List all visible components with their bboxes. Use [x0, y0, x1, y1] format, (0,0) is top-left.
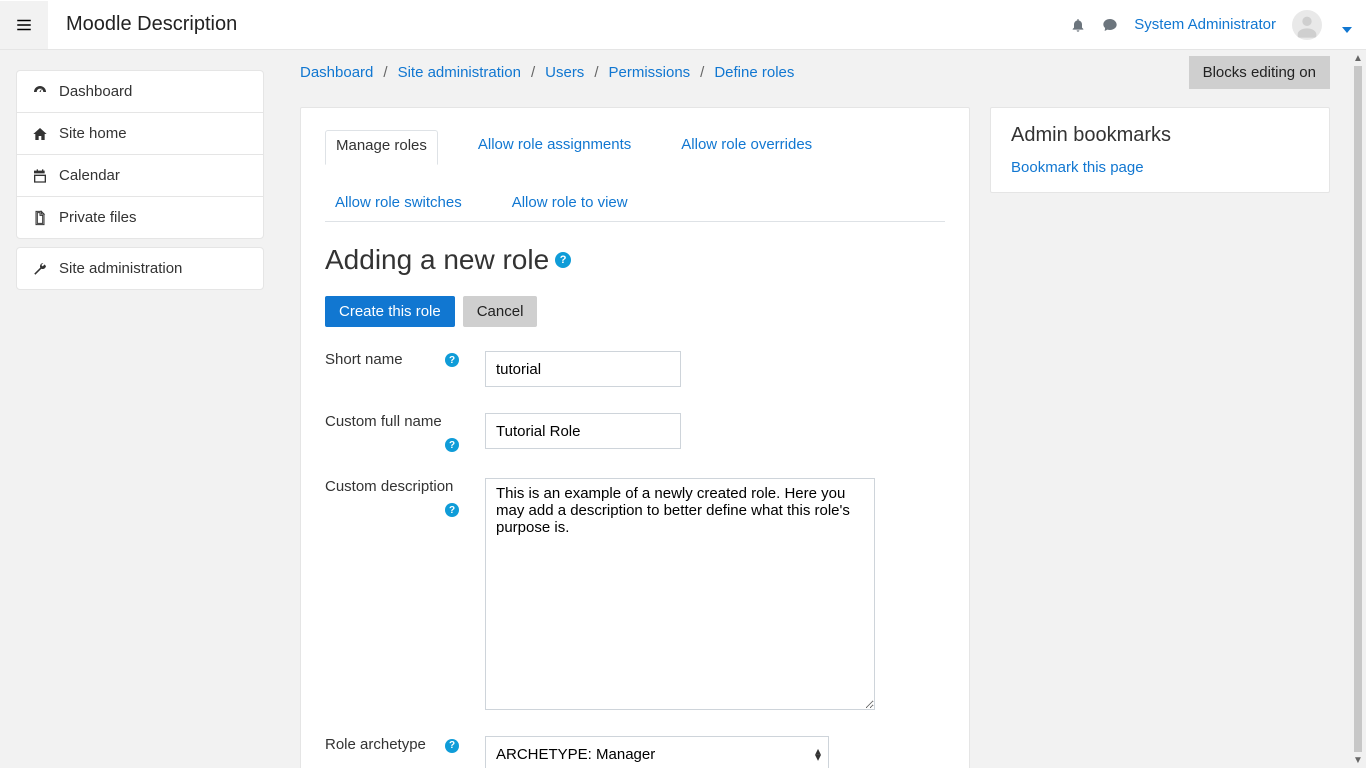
wrench-icon — [31, 261, 49, 277]
sidebar-item-calendar[interactable]: Calendar — [17, 155, 263, 196]
main-card: Manage roles Allow role assignments Allo… — [300, 107, 970, 768]
scroll-track[interactable] — [1354, 66, 1362, 752]
help-icon[interactable]: ? — [445, 353, 459, 367]
sidebar: Dashboard Site home Calendar Private fil… — [0, 50, 280, 768]
shortname-input[interactable] — [485, 351, 681, 387]
sidebar-item-privatefiles[interactable]: Private files — [17, 197, 263, 238]
breadcrumb-dashboard[interactable]: Dashboard — [300, 64, 373, 81]
file-icon — [31, 210, 49, 226]
calendar-icon — [31, 168, 49, 184]
hamburger-icon[interactable] — [0, 1, 48, 49]
breadcrumb-permissions[interactable]: Permissions — [608, 64, 690, 81]
sidebar-item-label: Private files — [59, 209, 137, 226]
tab-allow-assignments[interactable]: Allow role assignments — [468, 130, 641, 164]
tab-allow-overrides[interactable]: Allow role overrides — [671, 130, 822, 164]
home-icon — [31, 126, 49, 142]
top-navbar: Moodle Description System Administrator — [0, 0, 1366, 50]
sidebar-item-label: Site home — [59, 125, 127, 142]
tab-manage-roles[interactable]: Manage roles — [325, 130, 438, 165]
tab-allow-switches[interactable]: Allow role switches — [325, 188, 472, 221]
dashboard-icon — [31, 84, 49, 100]
page-scrollbar[interactable]: ▲ ▼ — [1350, 50, 1366, 768]
tab-allow-view[interactable]: Allow role to view — [502, 188, 638, 221]
role-tabs: Manage roles Allow role assignments Allo… — [325, 130, 945, 222]
blocks-editing-button[interactable]: Blocks editing on — [1189, 56, 1330, 89]
breadcrumb: Dashboard / Site administration / Users … — [300, 64, 794, 81]
archetype-label: Role archetype — [325, 736, 426, 753]
shortname-label: Short name — [325, 351, 403, 368]
description-textarea[interactable] — [485, 478, 875, 710]
create-role-button[interactable]: Create this role — [325, 296, 455, 327]
breadcrumb-users[interactable]: Users — [545, 64, 584, 81]
help-icon[interactable]: ? — [445, 503, 459, 517]
page-title: Adding a new role ? — [325, 244, 945, 276]
avatar[interactable] — [1292, 10, 1322, 40]
site-brand[interactable]: Moodle Description — [66, 13, 237, 36]
bell-icon[interactable] — [1070, 17, 1086, 33]
sidebar-item-label: Site administration — [59, 260, 182, 277]
help-icon[interactable]: ? — [445, 739, 459, 753]
help-icon[interactable]: ? — [555, 252, 571, 268]
breadcrumb-siteadmin[interactable]: Site administration — [398, 64, 521, 81]
help-icon[interactable]: ? — [445, 438, 459, 452]
sidebar-item-label: Dashboard — [59, 83, 132, 100]
bookmark-this-page-link[interactable]: Bookmark this page — [1011, 159, 1144, 176]
fullname-label: Custom full name — [325, 413, 442, 430]
admin-bookmarks-block: Admin bookmarks Bookmark this page — [990, 107, 1330, 193]
cancel-button[interactable]: Cancel — [463, 296, 538, 327]
scroll-down-arrow-icon[interactable]: ▼ — [1350, 752, 1366, 768]
sidebar-item-dashboard[interactable]: Dashboard — [17, 71, 263, 112]
admin-bookmarks-title: Admin bookmarks — [1011, 124, 1309, 147]
breadcrumb-defineroles[interactable]: Define roles — [714, 64, 794, 81]
archetype-select[interactable]: ARCHETYPE: Manager — [485, 736, 829, 768]
scroll-up-arrow-icon[interactable]: ▲ — [1350, 50, 1366, 66]
description-label: Custom description — [325, 478, 453, 495]
user-menu-caret-icon[interactable] — [1342, 20, 1352, 30]
sidebar-item-label: Calendar — [59, 167, 120, 184]
chat-icon[interactable] — [1102, 17, 1118, 33]
sidebar-item-siteadmin[interactable]: Site administration — [17, 248, 263, 289]
sidebar-item-sitehome[interactable]: Site home — [17, 113, 263, 154]
user-link[interactable]: System Administrator — [1134, 16, 1276, 33]
fullname-input[interactable] — [485, 413, 681, 449]
